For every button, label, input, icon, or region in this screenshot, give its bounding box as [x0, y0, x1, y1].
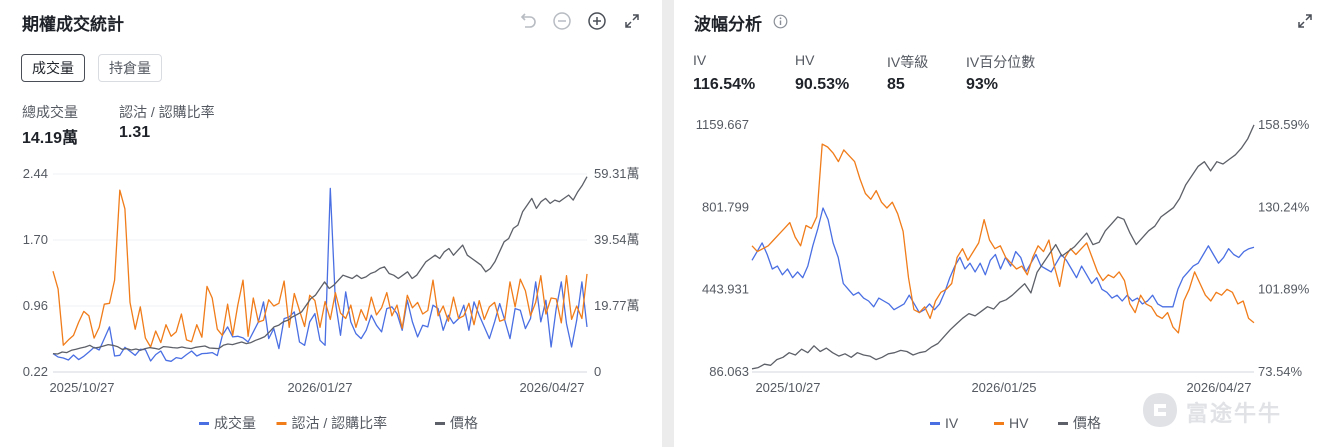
- tab-volume[interactable]: 成交量: [21, 54, 85, 82]
- legend-swatch: [994, 422, 1004, 425]
- hv-value: 90.53%: [795, 76, 850, 93]
- y-left-tick-label: 2.44: [23, 166, 48, 181]
- legend-swatch: [930, 422, 940, 425]
- x-tick-label: 2025/10/27: [755, 380, 820, 395]
- tab-open-interest[interactable]: 持倉量: [98, 54, 162, 82]
- y-left-tick-label: 1.70: [23, 232, 48, 247]
- watermark: 富途牛牛: [1140, 390, 1320, 430]
- put-call-ratio-value: 1.31: [119, 124, 151, 141]
- series-line: [751, 143, 1255, 334]
- volume-chart: 2.44 59.31萬 1.70 39.54萬 0.96 19.77萬 0.22 0 2025/…: [23, 166, 640, 431]
- y-right-tick-label: 130.24%: [1258, 199, 1310, 214]
- y-right-tick-label: 19.77萬: [594, 298, 640, 313]
- logo-icon: [1143, 393, 1177, 427]
- panel-title: 期權成交統計: [22, 15, 124, 34]
- panel-title: 波幅分析: [694, 15, 762, 34]
- iv-rank-label: IV等級: [887, 54, 929, 70]
- y-right-tick-label: 59.31萬: [594, 166, 640, 181]
- iv-label: IV: [693, 52, 707, 68]
- zoom-in-icon[interactable]: [586, 10, 608, 32]
- x-tick-label: 2026/01/27: [287, 380, 352, 395]
- legend-label: 認沽 / 認購比率: [292, 415, 388, 431]
- expand-icon[interactable]: [621, 10, 643, 32]
- option-volume-panel: 期權成交統計 成交量 持倉量 總成交量 14.19萬 認沽 / 認購比率 1.3…: [0, 0, 662, 447]
- iv-percentile-label: IV百分位數: [966, 54, 1036, 70]
- legend-label: 成交量: [214, 415, 256, 431]
- y-right-tick-label: 101.89%: [1258, 282, 1310, 297]
- legend-label: 價格: [450, 415, 478, 431]
- legend-label: HV: [1009, 415, 1029, 431]
- legend-swatch: [435, 422, 445, 425]
- total-volume-value: 14.19萬: [22, 130, 79, 147]
- undo-icon[interactable]: [517, 10, 539, 32]
- series-line: [52, 189, 588, 348]
- legend-swatch: [199, 422, 209, 425]
- iv-percentile-value: 93%: [966, 76, 999, 93]
- legend-label: IV: [945, 415, 959, 431]
- info-icon[interactable]: [773, 14, 788, 29]
- iv-rank-value: 85: [887, 76, 905, 93]
- y-right-tick-label: 73.54%: [1258, 364, 1303, 379]
- volatility-panel: 波幅分析 IV 116.54% HV 90.53% IV等級 85 IV百分位數…: [674, 0, 1325, 447]
- x-tick-label: 2026/01/25: [971, 380, 1036, 395]
- y-left-tick-label: 801.799: [702, 199, 749, 214]
- x-tick-label: 2025/10/27: [49, 380, 114, 395]
- y-right-tick-label: 158.59%: [1258, 117, 1310, 132]
- y-left-tick-label: 86.063: [709, 364, 749, 379]
- watermark-text: 富途牛牛: [1186, 401, 1283, 426]
- y-left-tick-label: 0.22: [23, 364, 48, 379]
- iv-value: 116.54%: [693, 76, 756, 93]
- total-volume-label: 總成交量: [22, 104, 78, 120]
- series-line: [751, 207, 1255, 314]
- y-right-tick-label: 0: [594, 364, 601, 379]
- y-left-tick-label: 1159.667: [696, 117, 749, 132]
- put-call-ratio-label: 認沽 / 認購比率: [119, 104, 215, 120]
- zoom-out-icon[interactable]: [551, 10, 573, 32]
- hv-label: HV: [795, 52, 815, 68]
- y-right-tick-label: 39.54萬: [594, 232, 640, 247]
- x-tick-label: 2026/04/27: [519, 380, 584, 395]
- y-left-tick-label: 0.96: [23, 298, 48, 313]
- y-left-tick-label: 443.931: [702, 282, 749, 297]
- series-line: [52, 187, 588, 362]
- legend-label: 價格: [1073, 415, 1101, 431]
- expand-icon[interactable]: [1294, 10, 1316, 32]
- legend-swatch: [276, 422, 287, 425]
- legend-swatch: [1058, 422, 1068, 425]
